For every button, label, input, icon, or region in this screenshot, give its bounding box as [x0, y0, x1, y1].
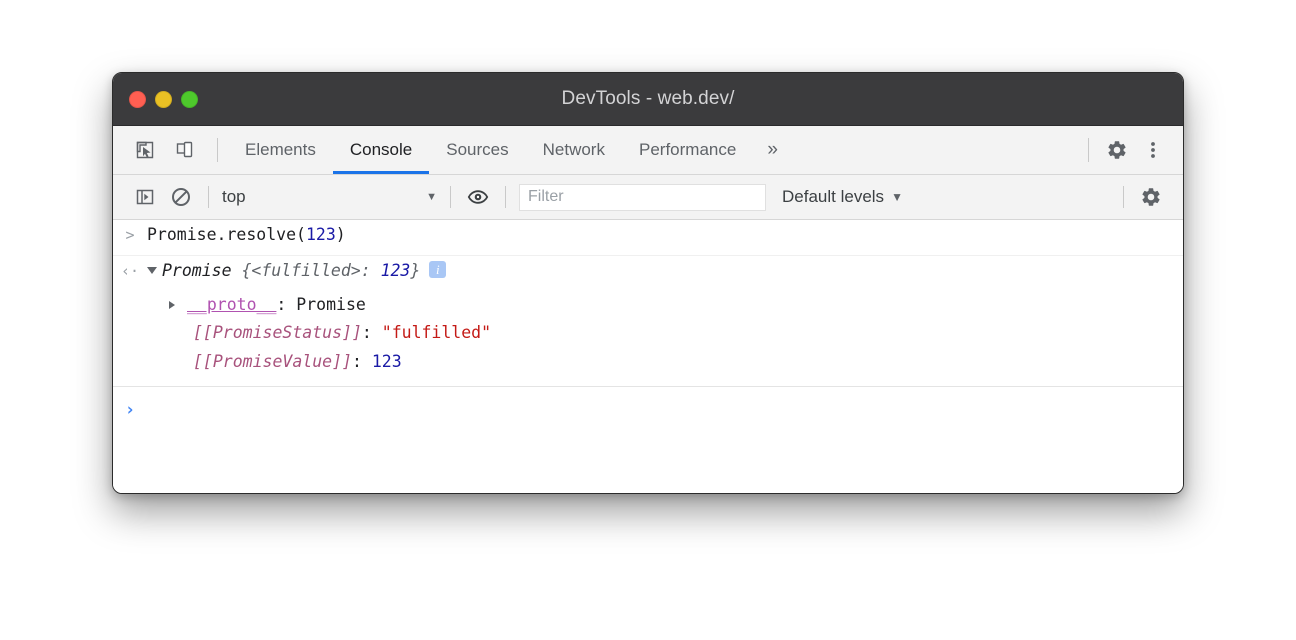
- tab-console[interactable]: Console: [333, 126, 429, 174]
- object-property-row: __proto__: Promise: [113, 291, 1183, 319]
- device-toolbar-button[interactable]: [167, 133, 203, 167]
- console-output-row: ‹· Promise {<fulfilled>: 123} i: [113, 256, 1183, 291]
- property-separator: :: [352, 352, 372, 371]
- kebab-menu-icon: [1143, 139, 1163, 161]
- console-toolbar-divider-3: [505, 186, 506, 208]
- tab-network-label: Network: [543, 140, 605, 160]
- tabbar-divider: [217, 138, 218, 162]
- tabs-overflow-button[interactable]: »: [753, 126, 792, 174]
- javascript-context-label: top: [222, 187, 418, 207]
- chevron-double-right-icon: »: [767, 139, 778, 161]
- console-prompt-row[interactable]: ›: [113, 387, 1183, 426]
- object-preview-close: }: [410, 261, 420, 280]
- console-settings-button[interactable]: [1133, 180, 1169, 214]
- console-prompt-caret-icon: ›: [113, 400, 147, 420]
- tab-performance[interactable]: Performance: [622, 126, 753, 174]
- console-toolbar-divider-1: [208, 186, 209, 208]
- object-property-row: [[PromiseStatus]]: "fulfilled": [113, 319, 1183, 347]
- console-toolbar-divider-2: [450, 186, 451, 208]
- property-separator: :: [362, 323, 382, 342]
- clear-console-icon: [170, 186, 192, 208]
- tab-elements[interactable]: Elements: [228, 126, 333, 174]
- property-value: "fulfilled": [382, 323, 491, 342]
- gear-icon: [1106, 139, 1128, 161]
- devtools-window: DevTools - web.dev/ Elements: [112, 72, 1184, 494]
- device-toolbar-icon: [175, 140, 195, 160]
- chevron-down-icon: ▼: [891, 190, 903, 204]
- expression-part-1: 123: [306, 225, 336, 244]
- devtools-settings-button[interactable]: [1099, 133, 1135, 167]
- console-input-gutter-icon: >: [113, 224, 147, 245]
- javascript-context-selector[interactable]: top ▼: [218, 187, 441, 207]
- tab-console-label: Console: [350, 140, 412, 160]
- eye-icon: [467, 187, 489, 207]
- maximize-window-button[interactable]: [181, 91, 198, 108]
- console-group-separator: [113, 376, 1183, 387]
- console-input-row: > Promise.resolve(123): [113, 220, 1183, 256]
- inspect-element-button[interactable]: [127, 133, 163, 167]
- close-window-button[interactable]: [129, 91, 146, 108]
- chevron-right-icon: [169, 301, 175, 309]
- expression-part-2: ): [336, 225, 346, 244]
- tabbar-right-icons: [1078, 133, 1183, 167]
- console-input-expression: Promise.resolve(123): [147, 224, 1183, 246]
- tab-sources-label: Sources: [446, 140, 508, 160]
- console-output-gutter-icon: ‹·: [113, 260, 147, 281]
- tab-performance-label: Performance: [639, 140, 736, 160]
- console-toolbar: top ▼ Filter Default levels ▼: [113, 175, 1183, 220]
- clear-console-button[interactable]: [163, 180, 199, 214]
- property-key: [[PromiseStatus]]: [193, 323, 362, 342]
- property-value: 123: [372, 352, 402, 371]
- console-output-value: Promise {<fulfilled>: 123} i: [147, 260, 1183, 282]
- devtools-tabbar: Elements Console Sources Network Perform…: [113, 126, 1183, 175]
- gear-icon: [1140, 186, 1162, 208]
- chevron-down-icon: ▼: [426, 191, 437, 203]
- console-sidebar-toggle-button[interactable]: [127, 180, 163, 214]
- devtools-tabs: Elements Console Sources Network Perform…: [228, 126, 792, 174]
- object-preview-open: {<fulfilled>:: [241, 261, 380, 280]
- log-levels-selector[interactable]: Default levels ▼: [782, 187, 903, 207]
- property-expand-toggle[interactable]: [113, 294, 187, 316]
- window-titlebar: DevTools - web.dev/: [113, 73, 1183, 126]
- console-toolbar-divider-4: [1123, 186, 1124, 208]
- expression-part-0: Promise.resolve(: [147, 225, 306, 244]
- window-title: DevTools - web.dev/: [113, 88, 1183, 110]
- property-value: Promise: [296, 295, 366, 314]
- console-sidebar-icon: [135, 187, 155, 207]
- info-badge-icon[interactable]: i: [429, 261, 446, 278]
- property-proto: __proto__: Promise: [187, 294, 1183, 316]
- tab-sources[interactable]: Sources: [429, 126, 525, 174]
- log-levels-label: Default levels: [782, 187, 884, 207]
- devtools-more-menu-button[interactable]: [1135, 133, 1171, 167]
- tab-network[interactable]: Network: [526, 126, 622, 174]
- window-controls: [113, 91, 198, 108]
- property-promise-value: [[PromiseValue]]: 123: [193, 351, 1183, 373]
- property-promise-status: [[PromiseStatus]]: "fulfilled": [193, 322, 1183, 344]
- minimize-window-button[interactable]: [155, 91, 172, 108]
- property-separator: :: [276, 295, 296, 314]
- tab-elements-label: Elements: [245, 140, 316, 160]
- console-filter-input[interactable]: Filter: [519, 184, 766, 211]
- object-class-name: Promise: [162, 261, 241, 280]
- console-message-list: > Promise.resolve(123) ‹· Promise {<fulf…: [113, 220, 1183, 494]
- object-property-row: [[PromiseValue]]: 123: [113, 348, 1183, 376]
- object-preview-value: 123: [381, 261, 411, 280]
- expand-object-toggle[interactable]: [147, 267, 157, 274]
- property-key: [[PromiseValue]]: [193, 352, 352, 371]
- property-key[interactable]: __proto__: [187, 295, 276, 314]
- inspect-element-icon: [135, 140, 155, 160]
- live-expression-button[interactable]: [460, 180, 496, 214]
- console-toolbar-right: [1114, 180, 1183, 214]
- tabbar-right-divider: [1088, 138, 1089, 162]
- tabbar-left-icons: [113, 133, 228, 167]
